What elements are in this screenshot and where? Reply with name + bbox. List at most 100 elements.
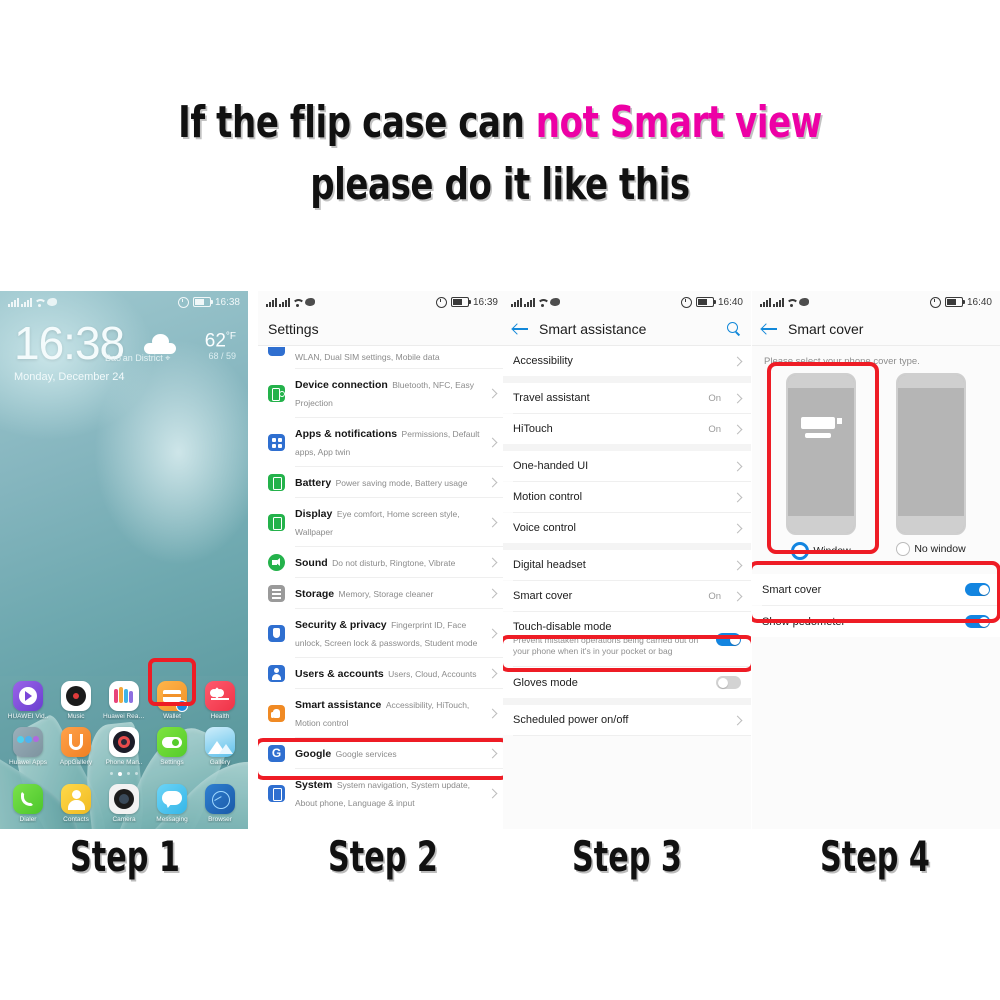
app-appgallery[interactable]: AppGallery	[55, 727, 97, 766]
steps-screenshot-strip: 16:38 16:38 Bao'an District ⌖ Monday, De…	[0, 291, 1000, 829]
app-music[interactable]: Music	[55, 681, 97, 720]
gloves-mode-toggle[interactable]	[716, 676, 741, 689]
cover-option-window[interactable]: Window	[782, 373, 860, 560]
smart-cover-screen[interactable]: Please select your phone cover type. Win…	[752, 346, 1000, 829]
smart-cover-appbar: Smart cover	[752, 313, 1000, 346]
app-huawei-video[interactable]: HUAWEI Vid..	[7, 681, 49, 720]
section-gap	[503, 444, 751, 451]
headline-line-1-pink: not Smart view	[535, 97, 822, 148]
settings-row-sound[interactable]: Sound Do not disturb, Ringtone, Vibrate	[258, 547, 506, 577]
row-voice-control[interactable]: Voice control	[503, 513, 751, 543]
row-title: Battery	[295, 477, 332, 489]
app-huawei-apps[interactable]: Huawei Apps	[7, 727, 49, 766]
row-digital-headset[interactable]: Digital headset	[503, 550, 751, 580]
app-label: Messaging	[156, 816, 188, 823]
page-title: Settings	[268, 321, 319, 337]
touch-disable-toggle[interactable]	[716, 633, 741, 646]
settings-list[interactable]: WLAN, Dual SIM settings, Mobile data Dev…	[258, 346, 506, 829]
smart-assistance-list[interactable]: Accessibility Travel assistant On HiTouc…	[503, 346, 751, 829]
settings-row-security-privacy[interactable]: Security & privacy Fingerprint ID, Face …	[258, 609, 506, 657]
row-value: On	[708, 392, 721, 404]
camera-icon	[109, 784, 139, 814]
app-settings[interactable]: Settings	[151, 727, 193, 766]
app-gallery[interactable]: Gallery	[199, 727, 241, 766]
radio-no-window[interactable]	[896, 542, 911, 556]
status-bar: 16:39	[258, 291, 506, 313]
step-label-4: Step 4	[820, 832, 930, 881]
signal-bars-2-icon	[524, 297, 535, 307]
headline-line-2: please do it like this	[310, 159, 690, 210]
app-huawei-reader[interactable]: Huawei Read..	[103, 681, 145, 720]
search-icon[interactable]	[727, 322, 741, 336]
app-label: Music	[67, 713, 85, 720]
row-label: Smart cover	[513, 590, 573, 602]
status-bar-right: 16:40	[929, 296, 992, 308]
back-arrow-icon[interactable]	[762, 322, 779, 336]
row-touch-disable-mode[interactable]: Touch-disable mode Prevent mistaken oper…	[503, 612, 751, 666]
row-travel-assistant[interactable]: Travel assistant On	[503, 383, 751, 413]
network-blob-icon	[47, 298, 57, 306]
no-window-cover-illustration	[896, 373, 966, 535]
app-messaging[interactable]: Messaging	[151, 784, 193, 823]
smart-cover-toggle[interactable]	[965, 583, 990, 596]
row-motion-control[interactable]: Motion control	[503, 482, 751, 512]
status-bar-right: 16:39	[435, 296, 498, 308]
settings-row-display[interactable]: Display Eye comfort, Home screen style, …	[258, 498, 506, 546]
settings-row-apps-notifications[interactable]: Apps & notifications Permissions, Defaul…	[258, 418, 506, 466]
row-title: Google	[295, 748, 332, 760]
status-bar-time: 16:38	[214, 296, 240, 308]
app-row-1: HUAWEI Vid.. Music Huawei Read.. Wallet	[0, 676, 248, 722]
settings-row-system[interactable]: System System navigation, System update,…	[258, 769, 506, 817]
row-scheduled-power[interactable]: Scheduled power on/off	[503, 705, 751, 735]
app-label: Gallery	[209, 759, 231, 766]
app-browser[interactable]: Browser	[199, 784, 241, 823]
settings-row-device-connection[interactable]: Device connection Bluetooth, NFC, Easy P…	[258, 369, 506, 417]
settings-row-google[interactable]: G Google Google services	[258, 738, 506, 768]
page-title: Smart cover	[788, 321, 864, 337]
row-smart-cover-toggle[interactable]: Smart cover	[752, 574, 1000, 605]
row-subtitle: Prevent mistaken operations being carrie…	[513, 635, 699, 656]
user-icon	[268, 664, 285, 682]
row-show-pedometer-toggle[interactable]: Show pedometer	[752, 606, 1000, 637]
chevron-right-icon	[487, 388, 498, 398]
app-health[interactable]: Health	[199, 681, 241, 720]
system-icon	[268, 784, 285, 802]
settings-row-smart-assistance[interactable]: Smart assistance Accessibility, HiTouch,…	[258, 689, 506, 737]
app-dialer[interactable]: Dialer	[7, 784, 49, 823]
app-label: Phone Man..	[105, 759, 143, 766]
list-item-partial[interactable]: WLAN, Dual SIM settings, Mobile data	[258, 346, 506, 368]
app-phone-manager[interactable]: Phone Man..	[103, 727, 145, 766]
row-hitouch[interactable]: HiTouch On	[503, 414, 751, 444]
app-camera[interactable]: Camera	[103, 784, 145, 823]
row-label: Motion control	[513, 491, 583, 503]
row-value: On	[708, 590, 721, 602]
back-arrow-icon[interactable]	[513, 322, 530, 336]
row-accessibility[interactable]: Accessibility	[503, 346, 751, 376]
show-pedometer-toggle[interactable]	[965, 615, 990, 628]
chevron-right-icon	[487, 557, 498, 567]
row-gloves-mode[interactable]: Gloves mode	[503, 667, 751, 698]
weather-widget[interactable]: 62°F 68 / 59	[144, 327, 236, 362]
row-label: Scheduled power on/off	[513, 714, 629, 726]
cover-type-options: Window No window	[752, 371, 1000, 560]
status-bar-left	[760, 297, 809, 307]
app-label: Contacts	[63, 816, 89, 823]
weather-high-low: 68 / 59	[208, 351, 236, 362]
row-one-handed-ui[interactable]: One-handed UI	[503, 451, 751, 481]
row-label: One-handed UI	[513, 460, 589, 472]
settings-row-battery[interactable]: Battery Power saving mode, Battery usage	[258, 467, 506, 497]
settings-row-storage[interactable]: Storage Memory, Storage cleaner	[258, 578, 506, 608]
cover-option-no-window[interactable]: No window	[892, 373, 970, 560]
chevron-right-icon	[487, 748, 498, 758]
headline-line-1: If the flip case can not Smart view	[70, 92, 930, 154]
app-label: Settings	[160, 759, 184, 766]
row-smart-cover[interactable]: Smart cover On	[503, 581, 751, 611]
battery-icon	[695, 297, 716, 307]
shield-icon	[268, 624, 285, 642]
app-contacts[interactable]: Contacts	[55, 784, 97, 823]
status-bar-time: 16:40	[717, 296, 743, 308]
radio-window[interactable]	[791, 542, 810, 560]
settings-row-users-accounts[interactable]: Users & accounts Users, Cloud, Accounts	[258, 658, 506, 688]
appgallery-icon	[61, 727, 91, 757]
wifi-icon	[34, 298, 45, 307]
